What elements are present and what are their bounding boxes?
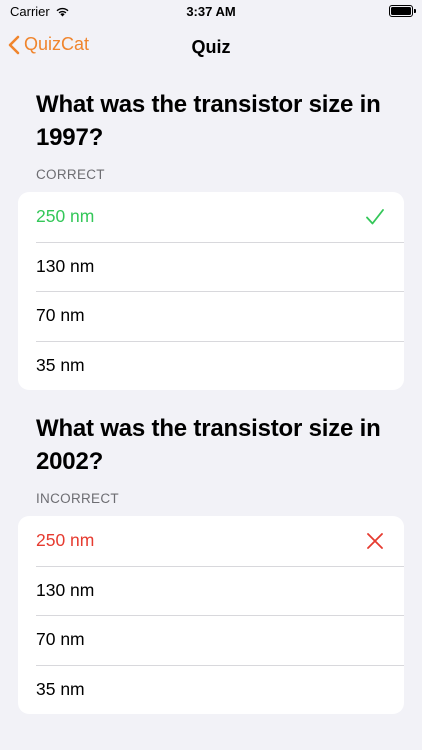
result-label: INCORRECT — [36, 491, 119, 506]
checkmark-icon — [366, 208, 384, 225]
question-1: What was the transistor size in 1997? CO… — [0, 88, 422, 390]
option-row[interactable]: 250 nm — [18, 516, 404, 566]
option-row[interactable]: 130 nm — [18, 241, 404, 292]
navigation-bar: QuizCat Quiz — [0, 28, 422, 68]
option-label: 35 nm — [36, 678, 85, 699]
status-bar: Carrier 3:37 AM — [0, 0, 422, 24]
question-2: What was the transistor size in 2002? IN… — [0, 412, 422, 714]
option-label: 250 nm — [36, 530, 95, 551]
result-label: CORRECT — [36, 167, 105, 182]
battery-icon — [389, 5, 416, 17]
quiz-list: What was the transistor size in 1997? CO… — [0, 88, 422, 736]
option-label: 35 nm — [36, 354, 85, 375]
question-title: What was the transistor size in 2002? — [36, 415, 381, 475]
option-label: 130 nm — [36, 579, 95, 600]
page-title: Quiz — [191, 37, 231, 57]
option-row[interactable]: 70 nm — [18, 615, 404, 665]
option-label: 250 nm — [36, 206, 95, 227]
option-label: 70 nm — [36, 629, 85, 650]
option-row[interactable]: 35 nm — [18, 664, 404, 715]
option-row[interactable]: 70 nm — [18, 291, 404, 341]
option-row[interactable]: 35 nm — [18, 340, 404, 391]
option-label: 130 nm — [36, 255, 95, 276]
option-row[interactable]: 250 nm — [18, 192, 404, 242]
option-label: 70 nm — [36, 305, 85, 326]
option-row[interactable]: 130 nm — [18, 565, 404, 616]
close-icon — [367, 532, 383, 549]
question-title: What was the transistor size in 1997? — [36, 91, 381, 151]
options-list: 250 nm 130 nm 70 nm 35 nm — [18, 516, 404, 714]
clock: 3:37 AM — [186, 4, 236, 19]
options-list: 250 nm 130 nm 70 nm 35 nm — [18, 192, 404, 390]
